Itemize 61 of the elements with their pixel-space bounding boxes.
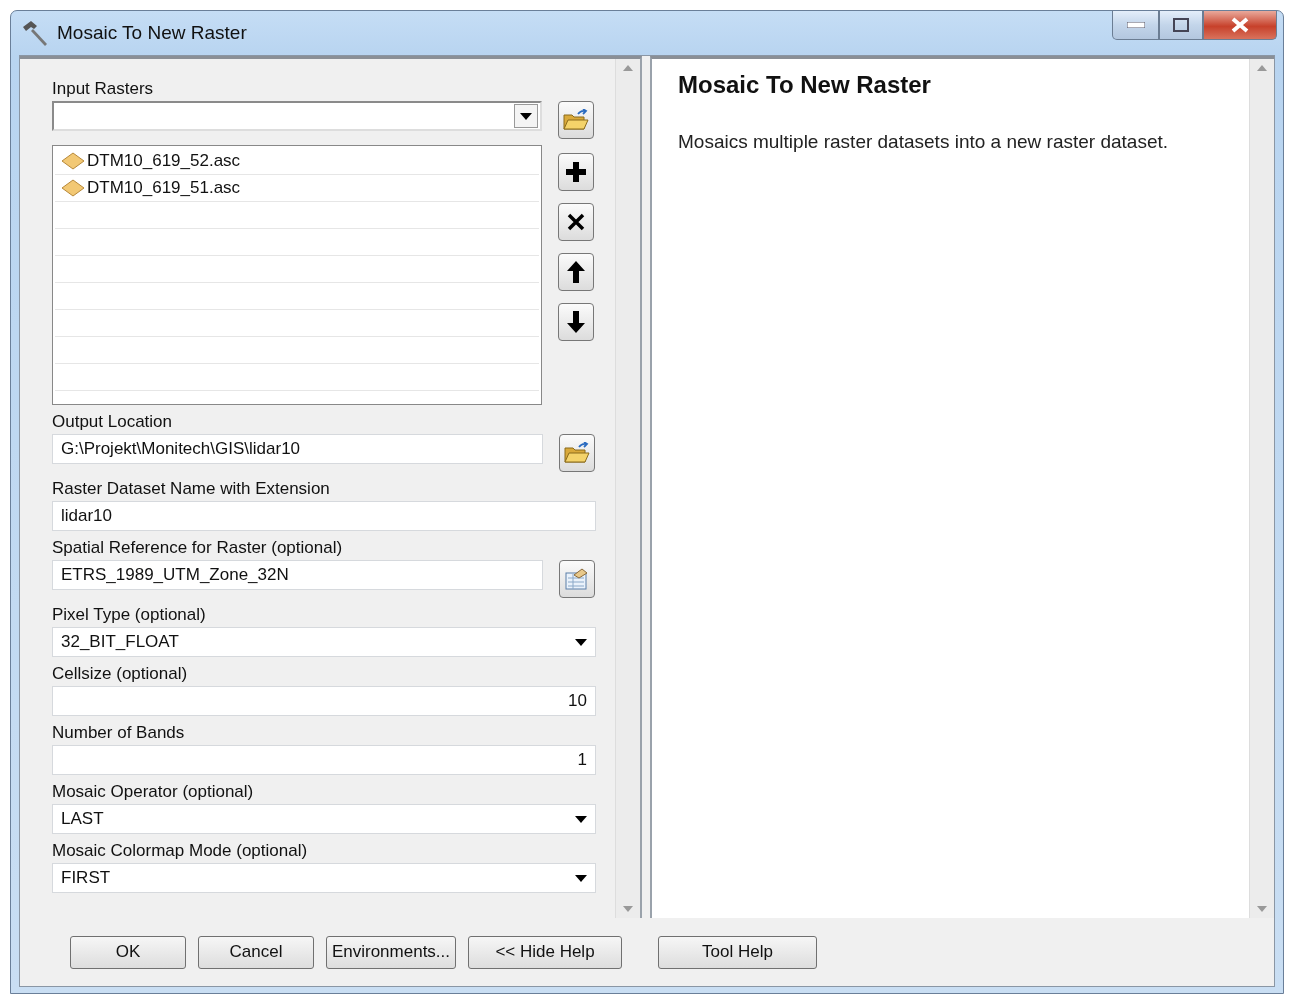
window-title: Mosaic To New Raster [57,22,248,44]
properties-button[interactable] [559,560,595,598]
field-label: Output Location [52,412,174,432]
dialog-button[interactable]: OK [70,935,186,969]
add-icon-button[interactable] [558,153,594,191]
scroll-up-icon[interactable] [623,65,633,71]
list-item[interactable]: DTM10_619_52.asc [55,148,539,175]
minimize-icon [1126,22,1145,28]
input-field[interactable]: 10 [52,686,596,716]
dropdown-arrow-icon [575,874,587,882]
browse-button[interactable] [558,101,594,139]
dropdown-arrow-icon [520,112,532,120]
dropdown[interactable]: FIRST [52,863,596,893]
close-icon [1230,17,1250,33]
scrollbar[interactable] [615,59,640,918]
raster-icon [61,152,85,170]
dialog-button[interactable]: << Hide Help [468,935,622,969]
folder-icon [564,442,590,464]
scrollbar[interactable] [1249,59,1274,918]
input-field[interactable]: G:\Projekt\Monitech\GIS\lidar10 [52,434,543,464]
field-label: Number of Bands [52,723,186,743]
field-label: Input Rasters [52,79,155,99]
scroll-down-icon[interactable] [1257,906,1267,912]
field-label: Pixel Type (optional) [52,605,207,625]
dropdown[interactable]: LAST [52,804,596,834]
move-up-button[interactable] [558,253,594,291]
scroll-down-icon[interactable] [623,906,633,912]
arrow-down-icon [566,310,586,334]
raster-combo-box[interactable] [52,101,542,131]
move-down-button[interactable] [558,303,594,341]
raster-icon [61,179,85,197]
dropdown-arrow-icon [575,815,587,823]
dialog-button[interactable]: Cancel [198,935,314,969]
maximize-icon [1173,18,1189,32]
field-label: Mosaic Colormap Mode (optional) [52,841,309,861]
dialog-button[interactable]: Environments... [326,935,456,969]
hammer-icon [21,19,49,47]
input-field[interactable]: lidar10 [52,501,596,531]
folder-icon [563,109,589,131]
field-label: Mosaic Operator (optional) [52,782,255,802]
dropdown-arrow-icon [575,638,587,646]
help-text: Mosaics multiple raster datasets into a new raster dataset. [678,131,1169,153]
field-label: Raster Dataset Name with Extension [52,479,331,499]
help-title: Mosaic To New Raster [678,71,932,99]
minimize-button[interactable] [1112,11,1159,40]
dialog-button[interactable]: Tool Help [658,935,817,969]
field-label: Spatial Reference for Raster (optional) [52,538,344,558]
dropdown[interactable]: 32_BIT_FLOAT [52,627,596,657]
maximize-button[interactable] [1159,11,1203,40]
arrow-up-icon [566,260,586,284]
browse-button[interactable] [559,434,595,472]
plus-icon [565,161,587,183]
remove-icon-button[interactable] [558,203,594,241]
input-field[interactable]: 1 [52,745,596,775]
field-label: Cellsize (optional) [52,664,189,684]
input-field[interactable]: ETRS_1989_UTM_Zone_32N [52,560,543,590]
close-button[interactable] [1203,11,1277,40]
cross-icon [567,213,585,231]
properties-icon [564,567,590,591]
list-item[interactable]: DTM10_619_51.asc [55,175,539,202]
scroll-up-icon[interactable] [1257,65,1267,71]
